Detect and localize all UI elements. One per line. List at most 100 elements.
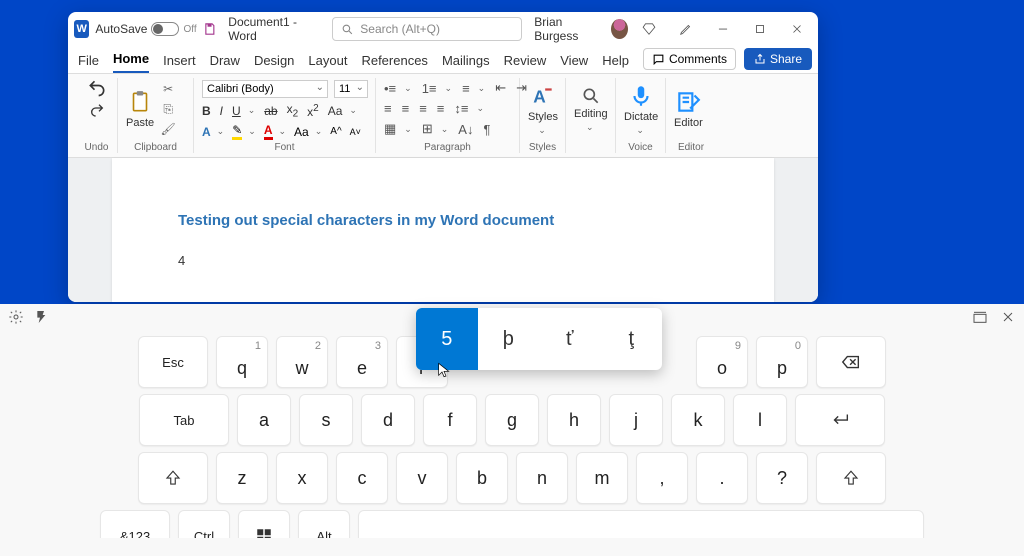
tab-view[interactable]: View [560, 53, 588, 73]
format-painter-icon[interactable]: 🖌 [160, 121, 176, 137]
key-l[interactable]: l [733, 394, 787, 446]
key-m[interactable]: m [576, 452, 628, 504]
key-backspace[interactable] [816, 336, 886, 388]
shrink-font-button[interactable]: A˅ [350, 127, 361, 137]
accent-option-thorn[interactable]: þ [478, 308, 540, 370]
key-k[interactable]: k [671, 394, 725, 446]
editing-button[interactable]: Editing⌄ [574, 86, 608, 133]
key-shift-left[interactable] [138, 452, 208, 504]
key-b[interactable]: b [456, 452, 508, 504]
gear-icon[interactable] [8, 309, 24, 325]
tab-draw[interactable]: Draw [210, 53, 240, 73]
numbering-button[interactable]: 1≡ [422, 81, 437, 96]
accent-option-tcaron[interactable]: ť [539, 308, 601, 370]
copy-icon[interactable]: ⎘ [160, 101, 176, 117]
key-question[interactable]: ? [756, 452, 808, 504]
editor-button[interactable]: Editor [674, 89, 703, 129]
key-z[interactable]: z [216, 452, 268, 504]
key-f[interactable]: f [423, 394, 477, 446]
minimize-button[interactable] [708, 15, 739, 43]
text-effects-button[interactable]: A [202, 125, 211, 139]
key-enter[interactable] [795, 394, 885, 446]
undo-icon[interactable] [87, 78, 107, 98]
key-comma[interactable]: , [636, 452, 688, 504]
key-x[interactable]: x [276, 452, 328, 504]
key-esc[interactable]: Esc [138, 336, 208, 388]
highlight-button[interactable]: ✎ [232, 123, 242, 140]
redo-icon[interactable] [89, 102, 105, 118]
search-input[interactable]: Search (Alt+Q) [332, 17, 522, 41]
dictate-button[interactable]: Dictate⌄ [624, 83, 658, 136]
key-alt[interactable]: Alt [298, 510, 350, 538]
font-size-select[interactable]: 11 [334, 80, 368, 98]
bold-button[interactable]: B [202, 104, 211, 118]
share-button[interactable]: Share [744, 48, 812, 70]
font-color-button[interactable]: A [264, 123, 273, 140]
key-o[interactable]: 9o [696, 336, 748, 388]
tab-file[interactable]: File [78, 53, 99, 73]
subscript-button[interactable]: x2 [287, 102, 299, 119]
key-g[interactable]: g [485, 394, 539, 446]
paste-button[interactable]: Paste [126, 89, 154, 129]
accent-option-tcedilla[interactable]: ţ [601, 308, 663, 370]
key-space[interactable] [358, 510, 924, 538]
switch-off-icon[interactable] [151, 22, 179, 36]
key-n[interactable]: n [516, 452, 568, 504]
key-p[interactable]: 0p [756, 336, 808, 388]
align-left-button[interactable]: ≡ [384, 101, 392, 116]
key-symbols[interactable]: &123 [100, 510, 170, 538]
key-s[interactable]: s [299, 394, 353, 446]
text-case-button[interactable]: Aa [328, 104, 343, 118]
key-j[interactable]: j [609, 394, 663, 446]
close-button[interactable] [781, 15, 812, 43]
tab-review[interactable]: Review [504, 53, 547, 73]
key-shift-right[interactable] [816, 452, 886, 504]
line-spacing-button[interactable]: ↕≡ [454, 101, 468, 116]
key-ctrl[interactable]: Ctrl [178, 510, 230, 538]
grow-font-button[interactable]: A^ [330, 126, 341, 137]
bullets-button[interactable]: •≡ [384, 81, 396, 96]
page[interactable]: Testing out special characters in my Wor… [112, 158, 774, 302]
align-right-button[interactable]: ≡ [419, 101, 427, 116]
pin-icon[interactable] [34, 309, 50, 325]
borders-button[interactable]: ⊞ [422, 121, 433, 137]
diamond-icon[interactable] [634, 15, 665, 43]
justify-button[interactable]: ≡ [437, 101, 445, 116]
superscript-button[interactable]: x2 [307, 103, 319, 119]
italic-button[interactable]: I [220, 104, 223, 118]
accent-option-5[interactable]: 5 [416, 308, 478, 370]
save-icon[interactable] [203, 21, 217, 37]
align-center-button[interactable]: ≡ [402, 101, 410, 116]
key-h[interactable]: h [547, 394, 601, 446]
tab-layout[interactable]: Layout [308, 53, 347, 73]
tab-mailings[interactable]: Mailings [442, 53, 490, 73]
dec-indent-button[interactable]: ⇤ [495, 80, 506, 96]
styles-button[interactable]: A Styles⌄ [528, 83, 558, 136]
tab-help[interactable]: Help [602, 53, 629, 73]
tab-insert[interactable]: Insert [163, 53, 196, 73]
close-keyboard-icon[interactable] [1000, 309, 1016, 325]
autosave-toggle[interactable]: AutoSave Off [95, 22, 196, 36]
comments-button[interactable]: Comments [643, 48, 736, 70]
maximize-button[interactable] [744, 15, 775, 43]
shading-button[interactable]: ▦ [384, 121, 396, 137]
show-marks-button[interactable]: ¶ [483, 122, 490, 137]
strike-button[interactable]: ab [264, 104, 277, 118]
pen-icon[interactable] [671, 15, 702, 43]
key-d[interactable]: d [361, 394, 415, 446]
multilevel-button[interactable]: ≡ [462, 81, 470, 96]
key-v[interactable]: v [396, 452, 448, 504]
tab-home[interactable]: Home [113, 51, 149, 73]
font-name-select[interactable]: Calibri (Body) [202, 80, 328, 98]
key-win[interactable] [238, 510, 290, 538]
underline-button[interactable]: U [232, 104, 241, 118]
key-q[interactable]: 1q [216, 336, 268, 388]
char-shading-button[interactable]: Aa [294, 125, 309, 139]
key-w[interactable]: 2w [276, 336, 328, 388]
tab-references[interactable]: References [361, 53, 427, 73]
key-a[interactable]: a [237, 394, 291, 446]
key-e[interactable]: 3e [336, 336, 388, 388]
key-tab[interactable]: Tab [139, 394, 229, 446]
sort-button[interactable]: A↓ [458, 122, 473, 137]
dock-icon[interactable] [972, 309, 988, 325]
